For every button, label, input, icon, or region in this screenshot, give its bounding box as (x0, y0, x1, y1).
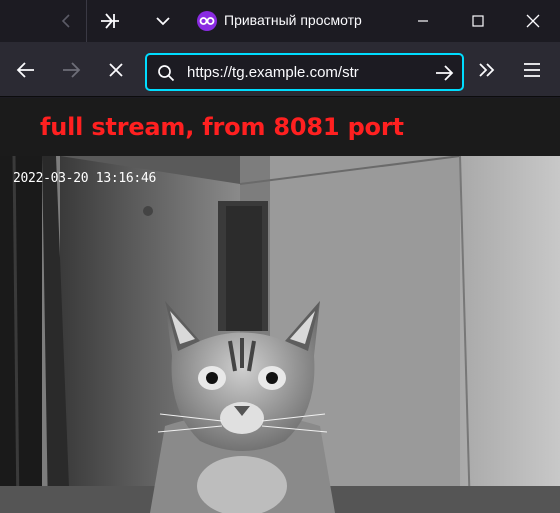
address-bar[interactable]: https://tg.example.com/str (145, 53, 464, 91)
divider (86, 0, 87, 42)
title-bar: Приватный просмотр (0, 0, 560, 42)
stop-loading-button[interactable] (100, 54, 132, 86)
camera-stream-image: 2022-03-20 13:16:46 (0, 155, 560, 513)
back-button[interactable] (10, 54, 42, 86)
private-browsing-label: Приватный просмотр (224, 12, 362, 28)
page-headline: full stream, from 8081 port (40, 113, 404, 141)
forward-button[interactable] (55, 54, 87, 86)
chevron-down-icon[interactable] (150, 0, 176, 42)
minimize-button[interactable] (400, 0, 446, 42)
go-arrow-icon[interactable] (433, 62, 455, 84)
maximize-button[interactable] (455, 0, 501, 42)
page-content: full stream, from 8081 port 2022-03-20 1… (0, 98, 560, 513)
hamburger-menu-icon[interactable] (516, 54, 548, 86)
overflow-chevrons-icon[interactable] (471, 54, 503, 86)
close-window-button[interactable] (510, 0, 556, 42)
tab-scroll-left-icon[interactable] (52, 0, 80, 42)
url-input[interactable]: https://tg.example.com/str (187, 64, 422, 81)
search-icon (155, 62, 177, 84)
private-mask-icon (197, 11, 217, 31)
extensions-icon[interactable] (96, 0, 124, 42)
camera-timestamp: 2022-03-20 13:16:46 (13, 171, 157, 186)
navigation-toolbar: https://tg.example.com/str (0, 42, 560, 97)
